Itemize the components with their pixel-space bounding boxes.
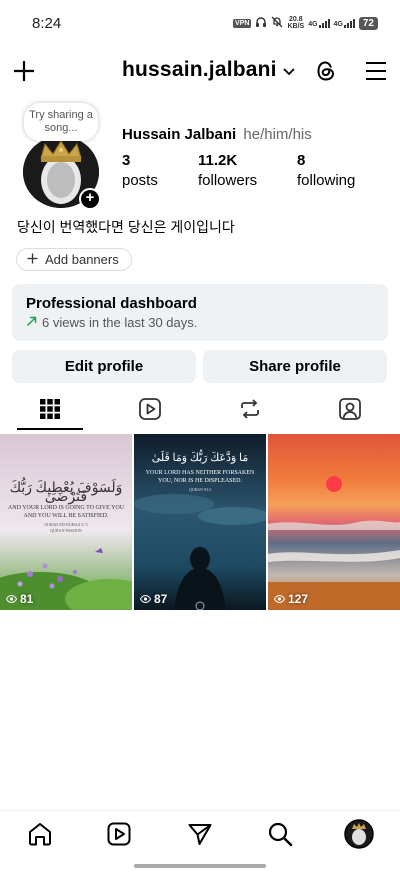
chevron-down-icon [283, 58, 295, 82]
posts-label: posts [122, 172, 158, 189]
network-type-1: 4G [308, 20, 318, 28]
eye-icon [139, 592, 152, 606]
status-time: 8:24 [32, 14, 62, 32]
nav-reels[interactable] [103, 820, 135, 852]
menu-icon[interactable] [361, 56, 391, 86]
tagged-icon [338, 397, 362, 426]
share-profile-button[interactable]: Share profile [203, 350, 387, 383]
nav-search[interactable] [264, 820, 296, 852]
nav-messages[interactable] [184, 820, 216, 852]
eye-icon [5, 592, 18, 606]
bottom-navigation [0, 810, 400, 862]
post-thumbnail[interactable]: مَا وَدَّعَكَ رَبُّكَ وَمَا قَلَىٰ YOUR … [134, 434, 266, 610]
speed-value: 20.8 [289, 16, 303, 23]
view-count-value: 87 [154, 592, 168, 606]
following-stat[interactable]: 8 following [297, 152, 355, 192]
reels-icon [138, 397, 162, 426]
following-label: following [297, 172, 356, 189]
headphones-icon [255, 16, 267, 30]
profile-tabs [0, 392, 400, 432]
status-icons: VPN 20.8 KB/S 4G 4G 72 [233, 16, 378, 30]
bio: 당신이 번역했다면 당신은 게이입니다 [17, 219, 235, 235]
threads-icon[interactable] [311, 56, 341, 86]
dashboard-subtitle-row: 6 views in the last 30 days. [26, 315, 374, 330]
post-caption-text: AND YOUR LORD IS GOING TO GIVE YOU AND Y… [7, 505, 125, 519]
add-banners-button[interactable]: Add banners [16, 248, 132, 271]
search-icon [267, 821, 293, 852]
network-speed: 20.8 KB/S [287, 16, 304, 30]
post-caption-text: YOUR LORD HAS NEITHER FORSAKEN YOU, NOR … [145, 470, 255, 484]
trend-up-icon [26, 315, 37, 330]
note-bubble[interactable]: Try sharing a song... [24, 103, 98, 141]
full-name: Hussain Jalbani [122, 126, 237, 143]
post-arabic-text: مَا وَدَّعَكَ رَبُّكَ وَمَا قَلَىٰ [151, 452, 249, 464]
posts-count: 3 [122, 152, 131, 169]
tab-reels[interactable] [117, 392, 183, 430]
view-count-value: 81 [20, 592, 34, 606]
dashboard-title: Professional dashboard [26, 295, 197, 312]
reposts-icon [238, 397, 262, 426]
edit-profile-button[interactable]: Edit profile [12, 350, 196, 383]
post-thumbnail[interactable]: وَلَسَوْفَ يُعْطِيكَ رَبُّكَ فَتَرْضَىٰ … [0, 434, 132, 610]
active-tab-indicator [17, 428, 83, 430]
profile-avatar [344, 818, 374, 854]
add-story-button[interactable]: + [79, 188, 101, 210]
home-icon [27, 821, 53, 852]
posts-grid: وَلَسَوْفَ يُعْطِيكَ رَبُّكَ فَتَرْضَىٰ … [0, 434, 400, 610]
speed-unit: KB/S [287, 23, 305, 30]
status-bar: 8:24 VPN 20.8 KB/S 4G 4G 72 [0, 0, 400, 46]
network-type-2: 4G [333, 20, 343, 28]
followers-label: followers [198, 172, 258, 189]
pronouns: he/him/his [243, 126, 312, 143]
view-count: 81 [5, 592, 34, 606]
post-arabic-text: وَلَسَوْفَ يُعْطِيكَ رَبُّكَ فَتَرْضَىٰ [9, 481, 123, 505]
following-count: 8 [297, 152, 306, 169]
profile-header: hussain.jalbani [0, 52, 400, 90]
view-count-value: 127 [288, 592, 309, 606]
signal-icon: 4G [308, 18, 330, 28]
home-indicator [134, 864, 266, 868]
post-thumbnail[interactable]: 127 [268, 434, 400, 610]
profile-picture[interactable]: + [23, 136, 101, 210]
add-banners-label: Add banners [45, 252, 119, 267]
battery-icon: 72 [358, 16, 378, 30]
vpn-icon: VPN [233, 18, 252, 28]
dashboard-subtitle: 6 views in the last 30 days. [42, 315, 198, 330]
followers-stat[interactable]: 11.2K followers [198, 152, 257, 192]
mute-icon [271, 16, 283, 30]
tab-reposts[interactable] [217, 392, 283, 430]
plus-icon [27, 252, 38, 267]
send-icon [187, 821, 213, 852]
tab-tagged[interactable] [317, 392, 383, 430]
post-reference-2: QURAN PASSION [50, 528, 82, 533]
signal-icon: 4G [333, 18, 355, 28]
plus-icon[interactable] [9, 56, 39, 86]
view-count: 127 [273, 592, 309, 606]
account-switcher[interactable]: hussain.jalbani [122, 58, 295, 82]
grid-icon [39, 398, 61, 425]
full-name-row: Hussain Jalbani he/him/his [122, 126, 312, 143]
professional-dashboard[interactable]: Professional dashboard 6 views in the la… [12, 284, 388, 341]
nav-home[interactable] [24, 820, 56, 852]
followers-count: 11.2K [198, 152, 238, 169]
eye-icon [273, 592, 286, 606]
tab-grid[interactable] [17, 392, 83, 430]
post-reference: QURAN 93:3 [188, 487, 212, 492]
view-count: 87 [139, 592, 168, 606]
nav-profile[interactable] [343, 818, 375, 854]
username: hussain.jalbani [122, 58, 277, 81]
posts-stat[interactable]: 3 posts [122, 152, 158, 192]
reels-icon [106, 821, 132, 852]
